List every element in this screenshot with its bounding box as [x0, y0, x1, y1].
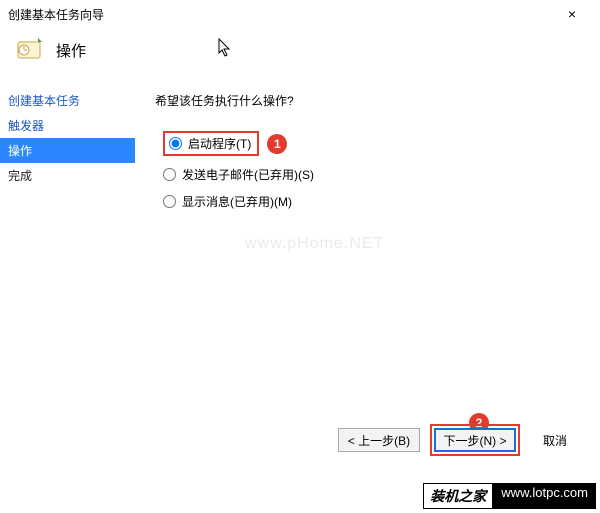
close-button[interactable]: ×	[552, 6, 592, 22]
cancel-button[interactable]: 取消	[530, 428, 580, 452]
window-title: 创建基本任务向导	[8, 6, 104, 23]
step-finish[interactable]: 完成	[0, 163, 135, 188]
titlebar: 创建基本任务向导 ×	[0, 0, 600, 28]
site-watermark-1: 装机之家	[423, 483, 493, 509]
back-button[interactable]: < 上一步(B)	[338, 428, 420, 452]
wizard-header: 操作	[0, 28, 600, 82]
radio-show-message-label[interactable]: 显示消息(已弃用)(M)	[182, 193, 292, 210]
page-title: 操作	[56, 40, 86, 61]
annotation-badge-1: 1	[267, 134, 287, 154]
radio-start-program-label[interactable]: 启动程序(T)	[188, 135, 251, 152]
wizard-footer: < 上一步(B) 下一步(N) > 取消	[0, 412, 600, 468]
prompt-text: 希望该任务执行什么操作?	[155, 92, 580, 109]
step-action[interactable]: 操作	[0, 138, 135, 163]
site-watermark-2: www.lotpc.com	[493, 483, 596, 509]
annotation-box-2: 下一步(N) >	[430, 424, 520, 456]
radio-show-message-input[interactable]	[163, 195, 176, 208]
radio-send-email-input[interactable]	[163, 168, 176, 181]
action-radio-group: 启动程序(T) 1 发送电子邮件(已弃用)(S) 显示消息(已弃用)(M)	[163, 131, 580, 210]
radio-show-message[interactable]: 显示消息(已弃用)(M)	[163, 193, 580, 210]
radio-send-email-label[interactable]: 发送电子邮件(已弃用)(S)	[182, 166, 314, 183]
radio-start-program-input[interactable]	[169, 137, 182, 150]
wizard-main: 希望该任务执行什么操作? 启动程序(T) 1 发送电子邮件(已弃用)(S) 显示…	[135, 82, 600, 412]
site-watermark: 装机之家 www.lotpc.com	[423, 483, 596, 509]
radio-send-email[interactable]: 发送电子邮件(已弃用)(S)	[163, 166, 580, 183]
next-button[interactable]: 下一步(N) >	[434, 428, 516, 452]
wizard-steps: 创建基本任务 触发器 操作 完成	[0, 82, 135, 412]
wizard-icon	[16, 36, 44, 64]
wizard-body: 创建基本任务 触发器 操作 完成 希望该任务执行什么操作? 启动程序(T) 1 …	[0, 82, 600, 412]
radio-start-program[interactable]: 启动程序(T)	[169, 135, 251, 152]
step-trigger[interactable]: 触发器	[0, 113, 135, 138]
step-create-basic-task[interactable]: 创建基本任务	[0, 88, 135, 113]
annotation-box-1: 启动程序(T)	[163, 131, 259, 156]
